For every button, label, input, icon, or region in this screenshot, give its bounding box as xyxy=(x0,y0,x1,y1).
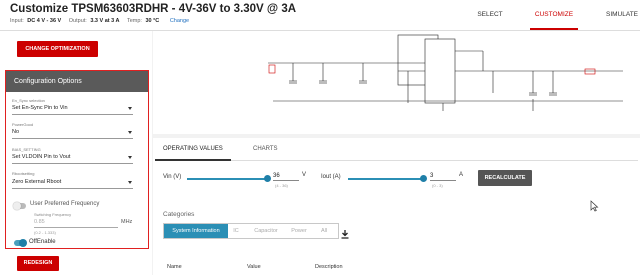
vin-unit: V xyxy=(302,172,307,178)
toggle-knob xyxy=(13,202,21,210)
toggle-knob xyxy=(19,239,27,247)
active-tab-indicator xyxy=(155,159,231,161)
vin-input[interactable]: 36 xyxy=(273,172,299,181)
iout-slider-track[interactable] xyxy=(348,178,423,180)
en-sync-label: En_Sync selection xyxy=(12,98,45,103)
design-specs: Input: DC 4 V - 36 V Output: 3.3 V at 3 … xyxy=(10,18,189,24)
nav-tab-select[interactable]: SELECT xyxy=(468,0,512,30)
off-enable-toggle[interactable] xyxy=(14,239,27,247)
rboot-setting-select[interactable]: Zero External Rboot xyxy=(12,178,133,189)
iout-unit: A xyxy=(459,172,464,178)
iout-range: (0 - 3) xyxy=(432,183,443,188)
user-preferred-frequency-toggle[interactable] xyxy=(13,202,26,210)
bias-setting-value: Set VLDOIN Pin to Vout xyxy=(12,154,71,160)
rboot-setting-label: Rbootsetting xyxy=(12,171,35,176)
config-panel-title: Configuration Options xyxy=(6,71,148,92)
category-all[interactable]: All xyxy=(316,224,332,238)
redesign-button[interactable]: REDESIGN xyxy=(17,256,59,271)
schematic-panel xyxy=(153,31,640,134)
tab-operating-values[interactable]: OPERATING VALUES xyxy=(163,143,223,155)
category-ic[interactable]: IC xyxy=(230,224,242,238)
ic-block xyxy=(424,38,456,104)
categories-label: Categories xyxy=(163,211,195,218)
switching-frequency-unit: MHz xyxy=(121,219,133,225)
change-link[interactable]: Change xyxy=(170,18,189,24)
change-optimization-button[interactable]: CHANGE OPTIMIZATION xyxy=(17,41,98,57)
tab-charts[interactable]: CHARTS xyxy=(253,143,278,155)
iout-slider-handle[interactable] xyxy=(419,175,427,182)
switching-frequency-range: (0.2 - 1.333) xyxy=(34,230,56,235)
bias-setting-label: BIAS_SETTING xyxy=(12,147,41,152)
chevron-down-icon xyxy=(128,107,132,110)
chevron-down-icon xyxy=(128,131,132,134)
en-sync-select[interactable]: Set En-Sync Pin to Vin xyxy=(12,104,133,115)
input-source xyxy=(268,64,276,74)
download-icon[interactable] xyxy=(341,226,349,239)
powergood-select[interactable]: No xyxy=(12,128,133,139)
output-value: 3.3 V at 3 A xyxy=(90,18,120,24)
category-power[interactable]: Power xyxy=(288,224,310,238)
categories-filter: System Information IC Capacitor Power Al… xyxy=(163,223,339,239)
bias-setting-select[interactable]: Set VLDOIN Pin to Vout xyxy=(12,153,133,164)
nav-tab-customize[interactable]: CUSTOMIZE xyxy=(530,0,578,30)
input-label: Input: xyxy=(10,18,24,24)
schematic-diagram xyxy=(268,34,623,111)
iout-label: Iout (A) xyxy=(321,174,341,180)
table-header-name: Name xyxy=(167,264,182,270)
powergood-label: PowerGood xyxy=(12,122,34,127)
temp-value: 30 °C xyxy=(145,18,160,24)
table-header-description: Description xyxy=(315,264,343,270)
chevron-down-icon xyxy=(128,156,132,159)
nav-tab-simulate[interactable]: SIMULATE xyxy=(600,0,640,30)
chevron-down-icon xyxy=(128,181,132,184)
output-load xyxy=(584,68,596,75)
switching-frequency-input[interactable]: 0.85 xyxy=(34,218,118,228)
page-title: Customize TPSM63603RDHR - 4V-36V to 3.30… xyxy=(10,3,297,15)
vin-range: (4 - 36) xyxy=(275,183,288,188)
off-enable-label: OffEnable xyxy=(29,239,56,245)
temp-label: Temp: xyxy=(126,18,142,24)
vin-label: Vin (V) xyxy=(163,174,182,180)
en-sync-value: Set En-Sync Pin to Vin xyxy=(12,105,68,111)
user-preferred-frequency-label: User Preferred Frequency xyxy=(30,201,100,207)
powergood-value: No xyxy=(12,129,20,135)
rboot-setting-value: Zero External Rboot xyxy=(12,179,62,185)
table-header-value: Value xyxy=(247,264,261,270)
switching-frequency-label: Switching Frequency xyxy=(34,212,72,217)
category-system-information[interactable]: System Information xyxy=(164,224,228,238)
iout-input[interactable]: 3 xyxy=(430,172,456,181)
recalculate-button[interactable]: RECALCULATE xyxy=(478,170,532,186)
vin-slider-track[interactable] xyxy=(187,178,267,180)
input-value: DC 4 V - 36 V xyxy=(27,18,62,24)
output-label: Output: xyxy=(68,18,87,24)
mouse-cursor-icon xyxy=(590,199,599,212)
vin-slider-handle[interactable] xyxy=(263,175,271,182)
category-capacitor[interactable]: Capacitor xyxy=(248,224,284,238)
